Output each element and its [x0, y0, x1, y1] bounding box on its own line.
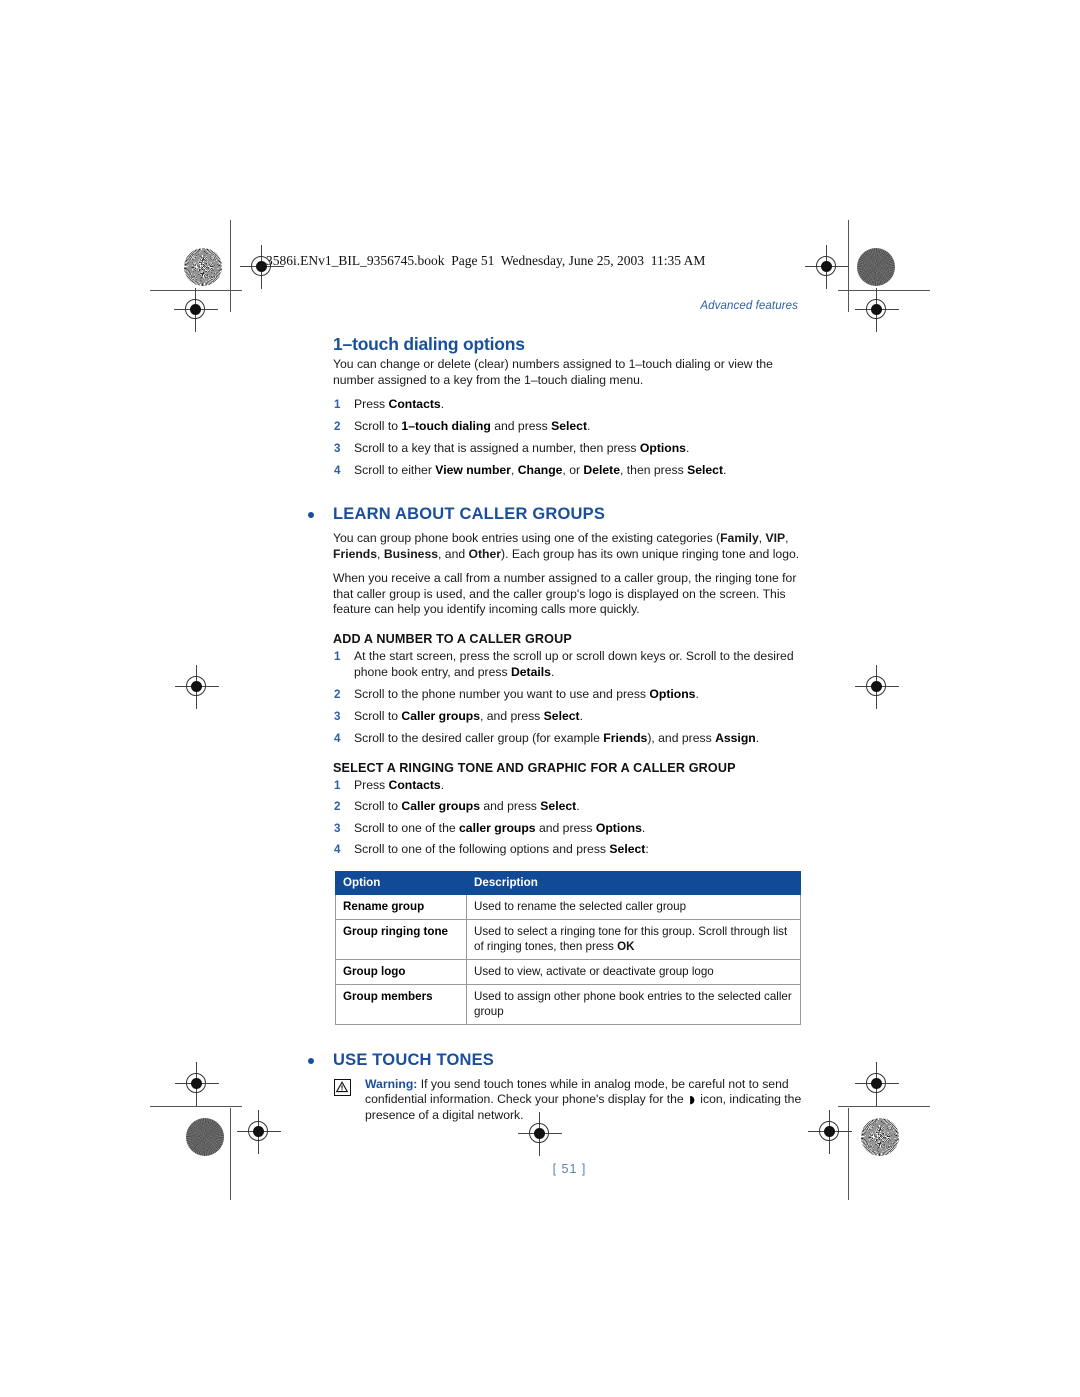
rosette-bottom-left — [186, 1118, 224, 1156]
column-header-option: Option — [335, 870, 467, 895]
step-number: 3 — [334, 709, 341, 723]
step-text: Scroll to one of the caller groups and p… — [354, 820, 646, 835]
steps-one-touch-dialing: 1 Press Contacts. 2 Scroll to 1–touch di… — [333, 397, 806, 479]
cell-option-description: Used to assign other phone book entries … — [466, 983, 801, 1025]
page-content: Advanced features 1–touch dialing option… — [306, 300, 806, 1176]
step-number: 1 — [334, 778, 341, 792]
step-number: 1 — [334, 398, 341, 412]
step-text: Scroll to either View number, Change, or… — [354, 463, 727, 478]
list-item: 1 At the start screen, press the scroll … — [333, 649, 806, 680]
cell-option-description: Used to rename the selected caller group — [466, 893, 801, 920]
trim-line-bottom-right-horizontal — [838, 1106, 930, 1108]
table-row: Group members Used to assign other phone… — [335, 983, 801, 1025]
registration-mark-bottom-left — [237, 1110, 281, 1154]
step-text: Scroll to Caller groups, and press Selec… — [354, 708, 583, 723]
trim-line-right-vertical-bottom — [848, 1108, 850, 1200]
step-text: At the start screen, press the scroll up… — [354, 649, 794, 679]
step-text: Scroll to the desired caller group (for … — [354, 730, 760, 745]
step-text: Press Contacts. — [354, 397, 445, 412]
registration-mark-left-lower — [175, 1062, 219, 1106]
step-text: Scroll to one of the following options a… — [354, 842, 649, 857]
cell-option-name: Group ringing tone — [335, 918, 467, 960]
list-item: 2 Scroll to the phone number you want to… — [333, 687, 806, 703]
registration-mark-right-middle — [855, 665, 899, 709]
paragraph-caller-groups-1: You can group phone book entries using o… — [333, 531, 800, 561]
column-header-description: Description — [466, 870, 801, 895]
list-item: 3 Scroll to a key that is assigned a num… — [333, 441, 806, 457]
list-item: 4 Scroll to either View number, Change, … — [333, 463, 806, 479]
table-row: Group ringing tone Used to select a ring… — [335, 918, 801, 960]
step-number: 2 — [334, 800, 341, 814]
table-row: Group logo Used to view, activate or dea… — [335, 958, 801, 985]
rosette-bottom-right — [861, 1118, 899, 1156]
step-text: Scroll to 1–touch dialing and press Sele… — [354, 419, 591, 434]
cell-option-name: Group members — [335, 983, 467, 1025]
list-item: 3 Scroll to Caller groups, and press Sel… — [333, 709, 806, 725]
registration-mark-top-right — [805, 245, 849, 289]
cell-option-name: Rename group — [335, 893, 467, 920]
print-job-header: 3586i.ENv1_BIL_9356745.book Page 51 Wedn… — [266, 253, 706, 268]
cell-option-description: Used to view, activate or deactivate gro… — [466, 958, 801, 985]
registration-mark-left-upper — [174, 288, 218, 332]
registration-mark-right-lower — [855, 1062, 899, 1106]
trim-line-top-left-horizontal — [150, 290, 242, 292]
running-head: Advanced features — [700, 300, 798, 312]
registration-mark-left-middle — [175, 665, 219, 709]
cell-option-name: Group logo — [335, 958, 467, 985]
trim-line-right-vertical — [848, 220, 850, 312]
registration-mark-right-upper — [855, 288, 899, 332]
bullet-icon — [308, 1057, 314, 1064]
step-number: 3 — [334, 442, 341, 456]
rosette-top-right — [857, 248, 895, 286]
digital-network-icon: ◗ — [689, 1093, 695, 1107]
section-heading-use-touch-tones: USE TOUCH TONES — [306, 1051, 806, 1070]
heading-select-ringing-tone: SELECT A RINGING TONE AND GRAPHIC FOR A … — [333, 760, 736, 775]
section-heading-label: LEARN ABOUT CALLER GROUPS — [333, 505, 606, 524]
table-header-row: Option Description — [335, 870, 801, 895]
step-number: 4 — [334, 843, 341, 857]
warning-text: Warning: If you send touch tones while i… — [365, 1077, 806, 1124]
bullet-icon — [308, 512, 314, 519]
trim-line-left-vertical — [230, 220, 232, 312]
list-item: 1 Press Contacts. — [333, 778, 806, 794]
rosette-top-left — [184, 248, 222, 286]
registration-mark-bottom-right — [808, 1110, 852, 1154]
warning-triangle-icon — [334, 1078, 351, 1096]
list-item: 4 Scroll to the desired caller group (fo… — [333, 731, 806, 747]
text-column: 1–touch dialing options You can change o… — [306, 334, 806, 1176]
section-heading-label: USE TOUCH TONES — [333, 1050, 494, 1069]
table-row: Rename group Used to rename the selected… — [335, 893, 801, 920]
steps-add-number: 1 At the start screen, press the scroll … — [333, 649, 806, 746]
trim-line-top-right-horizontal — [838, 290, 930, 292]
step-text: Press Contacts. — [354, 777, 445, 792]
step-number: 2 — [334, 420, 341, 434]
list-item: 1 Press Contacts. — [333, 397, 806, 413]
list-item: 4 Scroll to one of the following options… — [333, 842, 806, 858]
warning-note: Warning: If you send touch tones while i… — [333, 1077, 806, 1124]
step-text: Scroll to a key that is assigned a numbe… — [354, 441, 690, 456]
paragraph-one-touch-intro: You can change or delete (clear) numbers… — [333, 357, 773, 387]
warning-label: Warning: — [365, 1076, 418, 1091]
step-number: 2 — [334, 687, 341, 701]
trim-line-bottom-left-horizontal — [150, 1106, 242, 1108]
step-number: 4 — [334, 731, 341, 745]
trim-line-left-vertical-bottom — [230, 1108, 232, 1200]
step-number: 1 — [334, 650, 341, 664]
caller-group-options-table: Option Description Rename group Used to … — [335, 870, 801, 1025]
cell-option-description: Used to select a ringing tone for this g… — [466, 918, 801, 960]
step-number: 3 — [334, 821, 341, 835]
step-text: Scroll to the phone number you want to u… — [354, 686, 699, 701]
heading-one-touch-dialing: 1–touch dialing options — [333, 334, 525, 354]
section-heading-caller-groups: LEARN ABOUT CALLER GROUPS — [306, 505, 806, 524]
paragraph-caller-groups-2: When you receive a call from a number as… — [333, 571, 797, 617]
list-item: 2 Scroll to Caller groups and press Sele… — [333, 799, 806, 815]
list-item: 2 Scroll to 1–touch dialing and press Se… — [333, 419, 806, 435]
steps-select-ringing-tone: 1 Press Contacts. 2 Scroll to Caller gro… — [333, 778, 806, 858]
step-text: Scroll to Caller groups and press Select… — [354, 799, 580, 814]
heading-add-number-to-caller-group: ADD A NUMBER TO A CALLER GROUP — [333, 632, 572, 647]
list-item: 3 Scroll to one of the caller groups and… — [333, 821, 806, 837]
step-number: 4 — [334, 464, 341, 478]
page-number: [ 51 ] — [552, 1161, 587, 1176]
